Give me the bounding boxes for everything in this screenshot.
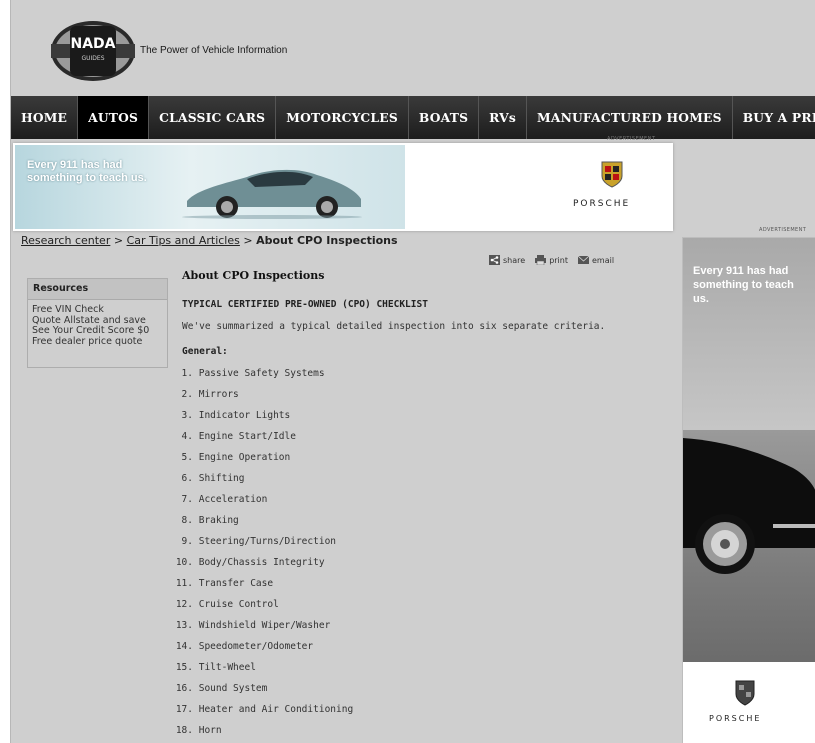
share-label: share bbox=[503, 255, 526, 265]
breadcrumb-car-tips[interactable]: Car Tips and Articles bbox=[127, 234, 240, 247]
email-label: email bbox=[591, 255, 615, 265]
breadcrumb-research-center[interactable]: Research center bbox=[21, 234, 110, 247]
list-item: 4. Engine Start/Idle bbox=[181, 431, 296, 442]
site-header: NADA GUIDES The Power of Vehicle Informa… bbox=[11, 0, 815, 95]
article-title: About CPO Inspections bbox=[182, 269, 325, 282]
resource-link-free-vin-check[interactable]: Free VIN Check bbox=[32, 304, 167, 316]
resource-link-credit-score[interactable]: See Your Credit Score $0 bbox=[32, 325, 167, 337]
main-nav: HOME AUTOS CLASSIC CARS MOTORCYCLES BOAT… bbox=[11, 96, 815, 139]
nav-buy-a-price-guide[interactable]: BUY A PRICE GUIDE bbox=[733, 96, 815, 139]
nav-home[interactable]: HOME bbox=[11, 96, 79, 139]
list-item: 13. Windshield Wiper/Washer bbox=[175, 620, 331, 631]
list-item: 3. Indicator Lights bbox=[181, 410, 291, 421]
top-ad-banner[interactable]: Every 911 has had something to teach us.… bbox=[13, 143, 673, 231]
side-ad-text: Every 911 has had something to teach us. bbox=[693, 265, 794, 305]
nav-motorcycles[interactable]: MOTORCYCLES bbox=[276, 96, 409, 139]
list-item: 1. Passive Safety Systems bbox=[181, 368, 325, 379]
share-icon bbox=[489, 255, 500, 265]
list-item: 12. Cruise Control bbox=[175, 599, 279, 610]
nav-manufactured-homes[interactable]: MANUFACTURED HOMES bbox=[527, 96, 733, 139]
list-item: 14. Speedometer/Odometer bbox=[175, 641, 314, 652]
section-heading: General: bbox=[182, 346, 228, 357]
breadcrumb-current: About CPO Inspections bbox=[256, 234, 398, 247]
print-link[interactable]: print bbox=[535, 255, 568, 265]
list-item: 6. Shifting bbox=[181, 473, 245, 484]
nav-autos[interactable]: AUTOS bbox=[78, 96, 150, 139]
list-item: 2. Mirrors bbox=[181, 389, 239, 400]
breadcrumb-separator: > bbox=[243, 234, 253, 247]
resources-list: Free VIN Check Quote Allstate and save S… bbox=[28, 300, 167, 347]
porsche-crest-icon bbox=[601, 161, 623, 188]
porsche-crest-icon bbox=[735, 680, 755, 706]
resources-box: Resources Free VIN Check Quote Allstate … bbox=[27, 278, 168, 368]
side-ad-banner[interactable]: Every 911 has had something to teach us.… bbox=[682, 237, 815, 743]
article-subtitle: TYPICAL CERTIFIED PRE-OWNED (CPO) CHECKL… bbox=[182, 299, 428, 310]
print-icon bbox=[535, 255, 547, 265]
car-image bbox=[182, 169, 362, 219]
page: NADA GUIDES The Power of Vehicle Informa… bbox=[10, 0, 815, 743]
list-item: 10. Body/Chassis Integrity bbox=[175, 557, 325, 568]
resource-link-dealer-quote[interactable]: Free dealer price quote bbox=[32, 336, 167, 348]
list-item: 17. Heater and Air Conditioning bbox=[175, 704, 354, 715]
email-link[interactable]: email bbox=[577, 255, 615, 265]
list-item: 15. Tilt-Wheel bbox=[175, 662, 256, 673]
logo-text-bottom: GUIDES bbox=[81, 55, 104, 62]
list-item: 7. Acceleration bbox=[181, 494, 268, 505]
list-item: 9. Steering/Turns/Direction bbox=[181, 536, 337, 547]
list-item: 18. Horn bbox=[175, 725, 222, 736]
car-image bbox=[683, 438, 815, 574]
print-label: print bbox=[549, 255, 568, 265]
list-item: 11. Transfer Case bbox=[175, 578, 274, 589]
breadcrumb-separator: > bbox=[113, 234, 124, 247]
tagline: The Power of Vehicle Information bbox=[140, 45, 288, 56]
porsche-wordmark: PORSCHE bbox=[573, 199, 631, 209]
list-item: 8. Braking bbox=[181, 515, 239, 526]
nav-rvs[interactable]: RVs bbox=[479, 96, 528, 139]
nav-classic-cars[interactable]: CLASSIC CARS bbox=[149, 96, 277, 139]
resources-title: Resources bbox=[28, 279, 167, 300]
article-intro: We've summarized a typical detailed insp… bbox=[182, 321, 606, 332]
email-icon bbox=[577, 255, 589, 264]
list-item: 5. Engine Operation bbox=[181, 452, 291, 463]
breadcrumb: Research center > Car Tips and Articles … bbox=[21, 234, 398, 247]
nada-logo[interactable]: NADA GUIDES bbox=[48, 18, 138, 84]
side-ad-label: ADVERTISEMENT bbox=[759, 227, 807, 233]
share-tools: share print email bbox=[489, 255, 614, 265]
top-ad-text: Every 911 has had something to teach us. bbox=[27, 159, 147, 184]
share-link[interactable]: share bbox=[489, 255, 525, 265]
nav-boats[interactable]: BOATS bbox=[409, 96, 480, 139]
porsche-wordmark: PORSCHE bbox=[709, 714, 762, 723]
top-ad-label: ADVERTISEMENT bbox=[607, 136, 656, 142]
list-item: 16. Sound System bbox=[175, 683, 268, 694]
logo-text-top: NADA bbox=[70, 36, 115, 52]
